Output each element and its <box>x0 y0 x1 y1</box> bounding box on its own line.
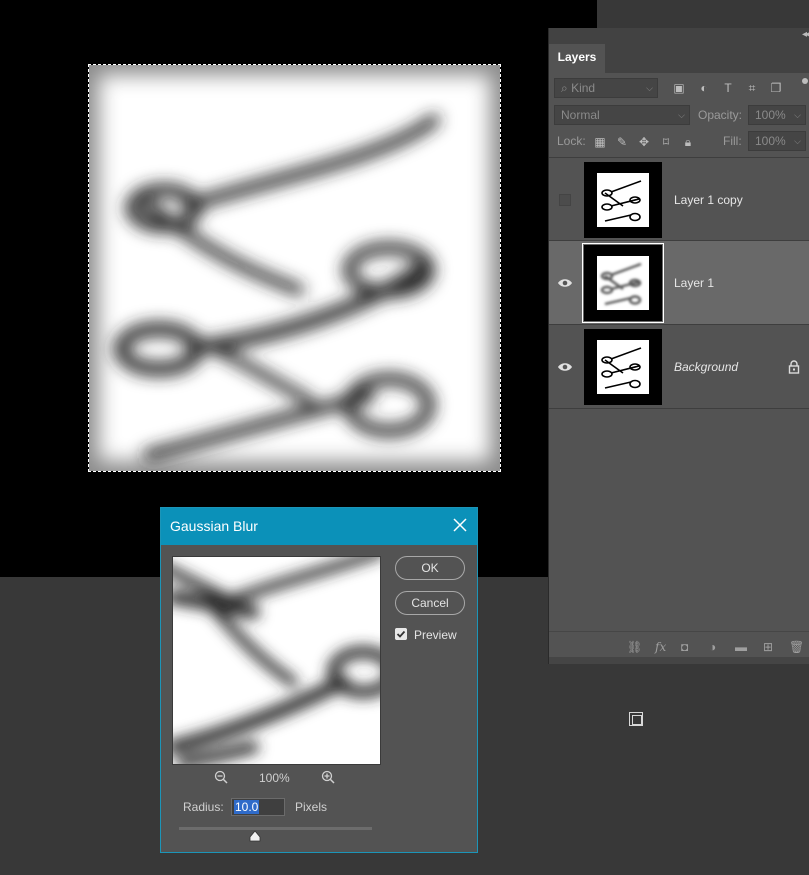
layer-row-background[interactable]: Background <box>549 325 809 409</box>
layer-name[interactable]: Background <box>674 360 738 374</box>
tab-strip <box>605 44 809 73</box>
radius-input[interactable]: 10.0 <box>231 798 285 816</box>
lock-transparent-icon[interactable]: ▦ <box>593 135 607 149</box>
blur-preview[interactable] <box>172 556 381 765</box>
opacity-value: 100% <box>755 108 786 122</box>
layer-thumbnail[interactable] <box>584 329 662 405</box>
visibility-toggle-off[interactable] <box>559 194 571 206</box>
link-layers-icon[interactable]: ⛓︎ <box>627 640 642 654</box>
panel-header-bar[interactable]: ◂◂ <box>549 28 809 44</box>
lock-icon <box>788 360 800 374</box>
scissors-thumbnail-icon <box>601 180 642 222</box>
lock-position-icon[interactable]: ✥ <box>637 135 651 149</box>
dialog-titlebar[interactable]: Gaussian Blur <box>161 508 477 545</box>
document-canvas[interactable] <box>89 65 500 471</box>
preview-checkbox[interactable] <box>395 628 407 640</box>
panel-resize-handle[interactable] <box>549 657 809 664</box>
tab-layers[interactable]: Layers <box>549 44 605 73</box>
radius-slider-track[interactable] <box>179 827 372 830</box>
chevron-down-icon: ⌵ <box>646 83 653 93</box>
chevron-down-icon: ⌵ <box>794 136 801 146</box>
radius-value[interactable]: 10.0 <box>234 800 260 814</box>
eye-icon[interactable] <box>557 360 573 374</box>
filter-kind-select[interactable]: ⌕ Kind ⌵ <box>554 78 658 98</box>
adjustment-layer-icon[interactable]: ◑ <box>709 640 716 654</box>
thumbnail-selection-frame <box>582 243 664 323</box>
filter-kind-value: Kind <box>571 81 596 95</box>
radius-label: Radius: <box>183 800 224 814</box>
layer-thumbnail[interactable] <box>584 162 662 238</box>
adjustment-filter-icon[interactable]: ◐ <box>697 81 711 95</box>
opacity-field[interactable]: 100% ⌵ <box>748 105 806 125</box>
radius-slider-thumb[interactable] <box>249 830 261 842</box>
zoom-in-icon[interactable] <box>321 770 335 784</box>
radius-units: Pixels <box>295 800 328 814</box>
ok-button[interactable]: OK <box>395 556 465 580</box>
opacity-label: Opacity: <box>698 108 743 122</box>
lock-label: Lock: <box>557 134 586 148</box>
layer-name[interactable]: Layer 1 copy <box>674 193 743 207</box>
preview-label[interactable]: Preview <box>414 628 457 642</box>
zoom-level: 100% <box>259 771 290 785</box>
layers-panel-footer: ⛓︎ fx ◘ ◑ ▬ ⊞ 🗑︎ <box>549 631 809 658</box>
fill-field[interactable]: 100% ⌵ <box>748 131 806 151</box>
layers-panel: ◂◂ Layers ⌕ Kind ⌵ ▣ ◐ T ⌗ ❐ Normal ⌵ Op… <box>548 28 809 664</box>
zoom-out-icon[interactable] <box>214 770 228 784</box>
type-filter-icon[interactable]: T <box>721 81 735 95</box>
blend-mode-value: Normal <box>561 108 600 122</box>
eye-icon[interactable] <box>557 276 573 290</box>
blend-mode-select[interactable]: Normal ⌵ <box>554 105 690 125</box>
status-indicator-icon <box>629 712 643 726</box>
panel-menu-icon[interactable] <box>802 78 808 84</box>
add-mask-icon[interactable]: ◘ <box>681 640 688 654</box>
chevron-down-icon: ⌵ <box>794 110 801 120</box>
new-layer-icon[interactable]: ⊞ <box>763 640 773 654</box>
fill-label: Fill: <box>723 134 742 148</box>
collapse-icon[interactable]: ◂◂ <box>802 29 809 40</box>
dialog-title: Gaussian Blur <box>170 518 258 534</box>
new-group-icon[interactable]: ▬ <box>735 640 747 654</box>
smart-object-filter-icon[interactable]: ❐ <box>769 81 783 95</box>
workspace-strip <box>597 0 809 28</box>
lock-image-icon[interactable]: ✎ <box>615 135 629 149</box>
chevron-down-icon: ⌵ <box>678 110 685 120</box>
shape-filter-icon[interactable]: ⌗ <box>745 81 759 95</box>
lock-all-icon[interactable]: 🔒︎ <box>681 135 695 149</box>
layer-name[interactable]: Layer 1 <box>674 276 714 290</box>
lock-artboard-icon[interactable]: ⌑ <box>659 135 673 149</box>
search-icon: ⌕ <box>561 81 568 95</box>
pixel-filter-icon[interactable]: ▣ <box>672 81 686 95</box>
fill-value: 100% <box>755 134 786 148</box>
scissors-thumbnail-icon <box>601 347 642 389</box>
close-icon[interactable] <box>451 516 469 534</box>
layer-row-layer-1[interactable]: Layer 1 <box>549 241 809 325</box>
trash-icon[interactable]: 🗑︎ <box>789 640 804 654</box>
layer-row-layer-1-copy[interactable]: Layer 1 copy <box>549 157 809 241</box>
cancel-button[interactable]: Cancel <box>395 591 465 615</box>
fx-icon[interactable]: fx <box>655 640 666 654</box>
gaussian-blur-dialog: Gaussian Blur OK Cancel Preview 100% Rad… <box>160 507 478 853</box>
